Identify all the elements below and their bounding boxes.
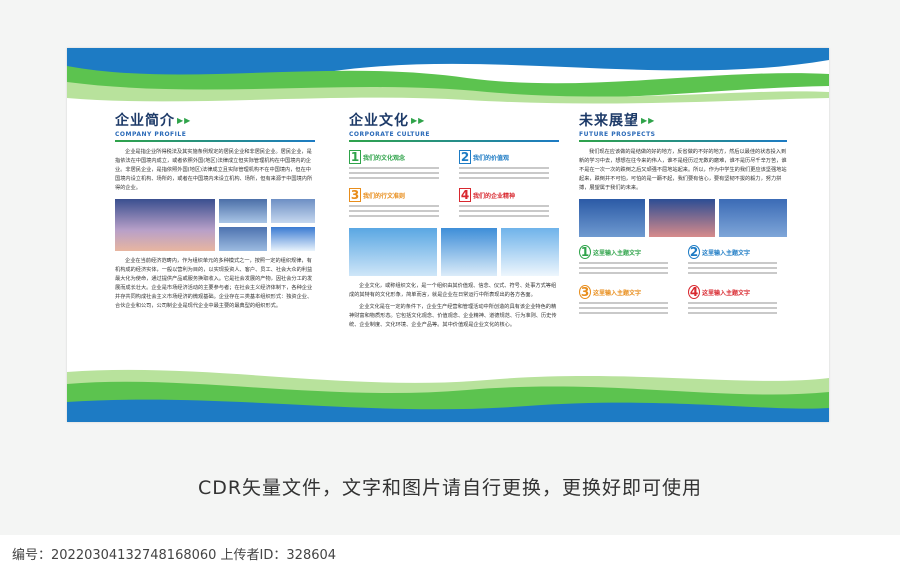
item-label: 这里输入主题文字 [702, 289, 751, 297]
corporate-culture-title: 企业文化 ▶▶ [349, 113, 426, 129]
item-number: 4 [459, 188, 471, 202]
cloud-photo [271, 227, 315, 251]
item-label: 这里输入主题文字 [593, 249, 642, 257]
display-board: 企业简介 ▶▶ COMPANY PROFILE 企业是指企业所得税法及其实施条例规… [67, 48, 829, 422]
upload-meta: 编号：20220304132748168060 上传者ID：328604 [12, 548, 337, 563]
item-number: 1 [579, 245, 591, 259]
culture-paragraph-1: 企业文化，或称组织文化，是一个组织由其价值观、信念、仪式、符号、处事方式等组成的… [349, 283, 557, 298]
sky-photo [219, 227, 267, 251]
sky-photo [219, 199, 267, 223]
cloud-photo [441, 228, 497, 276]
future-items: 1 这里输入主题文字 2 这里输入主题文字 3 这里输入主题文字 4 这里输入主题文字 [579, 245, 787, 317]
cloud-photo [501, 228, 559, 276]
company-paragraph-2: 企业在当前经济范畴内，作为组织单元的多种模式之一，按照一定的组织规律，有机构成的… [115, 258, 313, 309]
corporate-culture-subtitle: CORPORATE CULTURE [349, 131, 430, 138]
corporate-culture-panel: 企业文化 ▶▶ CORPORATE CULTURE 1 我们的文化观念 2 我们的价值… [349, 110, 559, 330]
usage-caption: CDR矢量文件，文字和图片请自行更换，更换好即可使用 [197, 477, 703, 499]
item-number: 3 [349, 188, 361, 202]
item-label: 我们的文化观念 [363, 154, 406, 162]
future-item-3: 3 这里输入主题文字 [579, 285, 678, 317]
sea-photo [579, 199, 645, 237]
future-item-4: 4 这里输入主题文字 [688, 285, 787, 317]
future-item-2: 2 这里输入主题文字 [688, 245, 787, 277]
double-chevron-icon: ▶▶ [411, 115, 426, 125]
title-divider [115, 140, 315, 142]
cloud-photo [349, 228, 437, 276]
title-divider [579, 140, 787, 142]
future-paragraph: 我们现在应该做的是结做的好的地方，反省做的不好的地方，然后以最佳的状态投入到新的… [579, 149, 787, 191]
item-number: 2 [688, 245, 700, 259]
item-number: 2 [459, 150, 471, 164]
culture-item-4: 4 我们的企业精神 [459, 188, 559, 220]
bottom-wave-decoration [67, 369, 829, 422]
double-chevron-icon: ▶▶ [641, 115, 656, 125]
future-prospects-panel: 未来展望 ▶▶ FUTURE PROSPECTS 我们现在应该做的是结做的好的地方… [579, 110, 787, 317]
culture-item-2: 2 我们的价值观 [459, 150, 559, 182]
item-number: 4 [688, 285, 700, 299]
double-chevron-icon: ▶▶ [177, 115, 192, 125]
sunset-photo [649, 199, 715, 237]
item-number: 3 [579, 285, 591, 299]
sea-photo [719, 199, 787, 237]
culture-paragraph-2: 企业文化是在一定的条件下，企业生产经营和管理活动中所创造的具有该企业特色的精神财… [349, 304, 557, 328]
culture-items: 1 我们的文化观念 2 我们的价值观 3 我们的行文准则 4 我们的企业精神 [349, 150, 559, 220]
future-prospects-subtitle: FUTURE PROSPECTS [579, 131, 656, 138]
item-label: 这里输入主题文字 [593, 289, 642, 297]
item-label: 我们的企业精神 [473, 192, 516, 200]
culture-item-1: 1 我们的文化观念 [349, 150, 449, 182]
item-label: 我们的价值观 [473, 154, 510, 162]
title-divider [349, 140, 559, 142]
company-paragraph-1: 企业是指企业所得税法及其实施条例规定的居民企业和非居民企业。居民企业，是指依法在… [115, 149, 313, 191]
culture-photo-strip [349, 228, 559, 276]
item-label: 我们的行文准则 [363, 192, 406, 200]
future-item-1: 1 这里输入主题文字 [579, 245, 678, 277]
culture-item-3: 3 我们的行文准则 [349, 188, 449, 220]
company-profile-panel: 企业简介 ▶▶ COMPANY PROFILE 企业是指企业所得税法及其实施条例规… [115, 110, 315, 311]
future-prospects-title: 未来展望 ▶▶ [579, 113, 656, 129]
company-profile-subtitle: COMPANY PROFILE [115, 131, 187, 138]
item-number: 1 [349, 150, 361, 164]
future-photo-strip [579, 199, 787, 237]
sunset-sky-photo [115, 199, 215, 251]
company-profile-title: 企业简介 ▶▶ [115, 113, 192, 129]
company-photo-collage [115, 199, 315, 251]
item-label: 这里输入主题文字 [702, 249, 751, 257]
top-wave-decoration [67, 48, 829, 104]
sky-photo [271, 199, 315, 223]
